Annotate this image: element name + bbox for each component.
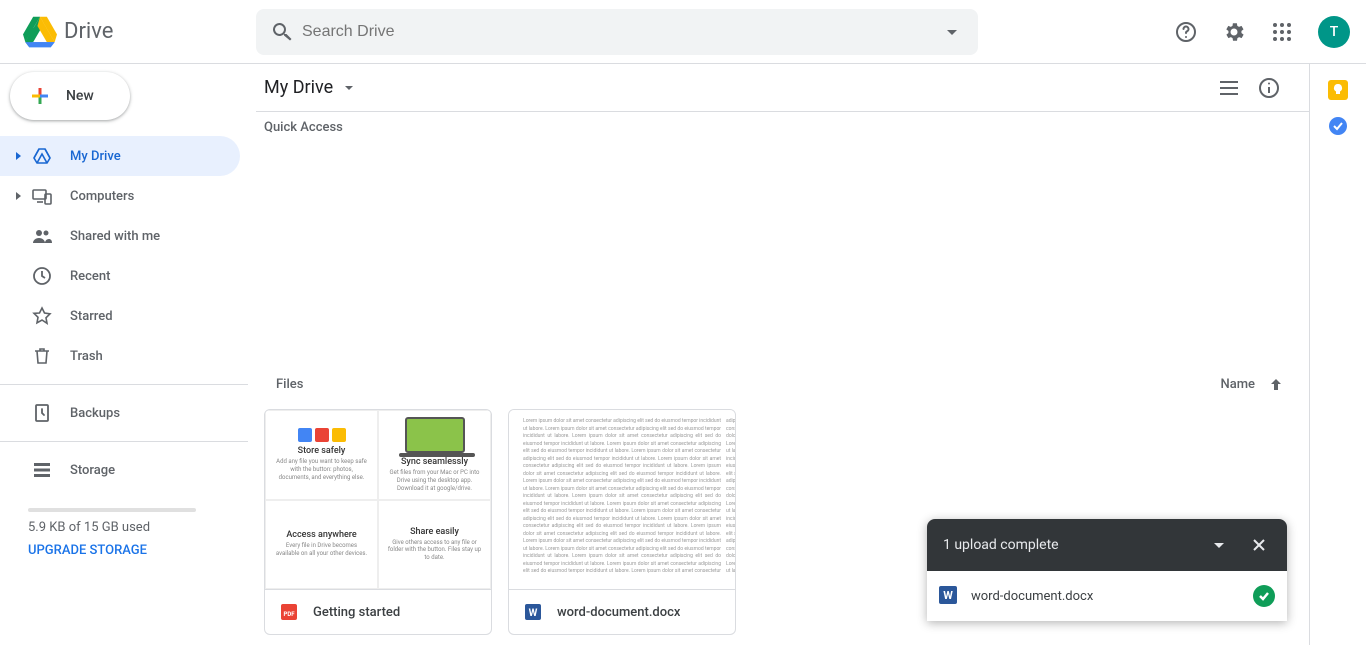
breadcrumb[interactable]: My Drive — [264, 77, 359, 98]
breadcrumb-label: My Drive — [264, 77, 333, 98]
storage-used-text: 5.9 KB of 15 GB used — [28, 520, 232, 535]
trash-icon — [30, 344, 54, 368]
drive-logo-icon — [20, 12, 60, 52]
details-info-icon[interactable] — [1249, 68, 1289, 108]
upload-success-check-icon — [1253, 585, 1275, 607]
clock-icon — [30, 264, 54, 288]
search-input[interactable] — [302, 23, 932, 41]
files-section-label: Files — [276, 377, 1056, 392]
plus-icon — [22, 78, 58, 114]
sidebar-item-shared-with-me[interactable]: Shared with me — [0, 216, 240, 256]
upload-toast-header: 1 upload complete — [927, 519, 1287, 571]
svg-text:PDF: PDF — [283, 611, 295, 618]
sidebar-item-backups[interactable]: Backups — [0, 393, 240, 433]
backups-label: Backups — [70, 406, 120, 421]
toast-close-icon[interactable] — [1239, 525, 1279, 565]
nav-item-label: Computers — [70, 189, 134, 204]
new-button-label: New — [58, 88, 94, 104]
product-name: Drive — [60, 19, 113, 44]
keep-icon[interactable] — [1328, 80, 1348, 100]
people-icon — [30, 224, 54, 248]
logo-area[interactable]: Drive — [8, 12, 256, 52]
sidebar: New My Drive Computers Shared with me Recen… — [0, 64, 256, 645]
nav-item-label: My Drive — [70, 149, 121, 164]
main-content: My Drive Quick Access Files Name Store s… — [256, 64, 1310, 645]
file-card[interactable]: Store safelyAdd any file you want to kee… — [264, 409, 492, 635]
sort-arrow-up-icon — [1267, 375, 1285, 393]
expand-chevron-icon[interactable] — [8, 190, 28, 202]
sidebar-item-computers[interactable]: Computers — [0, 176, 240, 216]
storage-progress-bar — [28, 508, 196, 512]
quick-access-label: Quick Access — [256, 112, 1309, 139]
star-icon — [30, 304, 54, 328]
upload-toast-row[interactable]: W word-document.docx — [927, 571, 1287, 621]
pdf-file-icon: PDF — [281, 604, 297, 620]
name-column-label: Name — [1220, 377, 1255, 392]
toast-collapse-icon[interactable] — [1199, 525, 1239, 565]
list-view-toggle[interactable] — [1209, 68, 1249, 108]
sidebar-item-starred[interactable]: Starred — [0, 296, 240, 336]
help-icon[interactable] — [1166, 12, 1206, 52]
main-header: My Drive — [256, 64, 1309, 112]
quick-access-area — [256, 139, 1309, 367]
nav-item-label: Trash — [70, 349, 103, 364]
file-name: Getting started — [313, 605, 400, 620]
search-icon — [262, 12, 302, 52]
apps-grid-icon[interactable] — [1262, 12, 1302, 52]
upload-toast-title: 1 upload complete — [943, 537, 1059, 553]
sidebar-item-trash[interactable]: Trash — [0, 336, 240, 376]
storage-icon — [30, 458, 54, 482]
side-panel — [1310, 64, 1366, 645]
file-thumbnail: Lorem ipsum dolor sit amet consectetur a… — [509, 410, 735, 590]
sidebar-item-recent[interactable]: Recent — [0, 256, 240, 296]
file-card[interactable]: Lorem ipsum dolor sit amet consectetur a… — [508, 409, 736, 635]
devices-icon — [30, 184, 54, 208]
new-button[interactable]: New — [10, 72, 130, 120]
drive-hq-icon — [30, 144, 54, 168]
search-options-icon[interactable] — [932, 12, 972, 52]
backups-icon — [30, 401, 54, 425]
tasks-icon[interactable] — [1328, 116, 1348, 136]
header-right: T — [1166, 12, 1358, 52]
file-name: word-document.docx — [557, 605, 680, 620]
file-thumbnail: Store safelyAdd any file you want to kee… — [265, 410, 491, 590]
account-avatar[interactable]: T — [1318, 16, 1350, 48]
settings-gear-icon[interactable] — [1214, 12, 1254, 52]
storage-label: Storage — [70, 463, 115, 478]
svg-text:W: W — [943, 589, 953, 602]
name-column-sort[interactable]: Name — [1220, 375, 1285, 393]
nav-item-label: Starred — [70, 309, 113, 324]
files-header: Files Name — [256, 367, 1309, 401]
sidebar-item-my-drive[interactable]: My Drive — [0, 136, 240, 176]
upload-toast: 1 upload complete W word-document.docx — [927, 519, 1287, 621]
header: Drive T — [0, 0, 1366, 64]
nav-item-label: Shared with me — [70, 229, 160, 244]
word-file-icon: W — [939, 586, 959, 606]
upload-toast-filename: word-document.docx — [971, 589, 1241, 604]
expand-chevron-icon[interactable] — [8, 150, 28, 162]
upgrade-storage-link[interactable]: UPGRADE STORAGE — [28, 543, 232, 558]
word-file-icon: W — [525, 604, 541, 620]
dropdown-triangle-icon — [333, 78, 359, 98]
search-bar[interactable] — [256, 9, 978, 55]
sidebar-item-storage[interactable]: Storage — [0, 450, 240, 490]
svg-text:W: W — [529, 608, 538, 619]
nav-item-label: Recent — [70, 269, 110, 284]
